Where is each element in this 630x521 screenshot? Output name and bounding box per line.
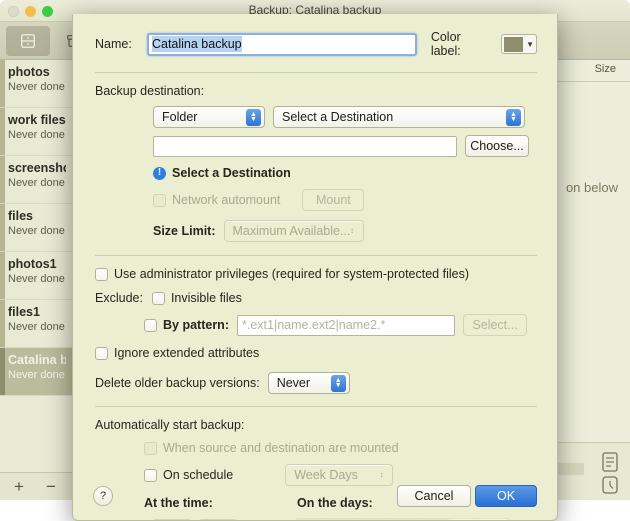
delete-older-popup[interactable]: Never ▲ ▼ bbox=[267, 372, 350, 394]
sidebar-item-files[interactable]: files Never done bbox=[0, 204, 74, 252]
task-status: Never done bbox=[8, 321, 65, 333]
document-icon[interactable] bbox=[600, 451, 620, 473]
toolbar-button-drawer[interactable] bbox=[6, 26, 50, 56]
task-color-bar bbox=[0, 156, 5, 203]
task-name: files bbox=[8, 209, 34, 223]
cancel-button[interactable]: Cancel bbox=[397, 485, 471, 507]
chevron-down-icon: ▼ bbox=[526, 39, 534, 49]
destination-target-popup[interactable]: Select a Destination ▲ ▼ bbox=[273, 106, 525, 128]
help-button[interactable]: ? bbox=[93, 486, 113, 506]
task-status: Never done bbox=[8, 225, 65, 237]
backup-task-list: photos Never done work files Never done scre… bbox=[0, 60, 74, 396]
exclude-invisible-checkbox[interactable] bbox=[151, 291, 165, 305]
exclude-label: Exclude: bbox=[95, 291, 143, 305]
task-name: screensho bbox=[8, 161, 66, 175]
delete-older-label: Delete older backup versions: bbox=[95, 376, 260, 390]
size-limit-value: Maximum Available... bbox=[232, 224, 351, 238]
ok-button[interactable]: OK bbox=[475, 485, 537, 507]
backup-settings-sheet: Name: Catalina backup Color label: ▼ Bac… bbox=[72, 14, 558, 521]
task-name: files1 bbox=[8, 305, 40, 319]
sidebar-item-screensho[interactable]: screensho Never done bbox=[0, 156, 74, 204]
exclude-pattern-label: By pattern: bbox=[163, 318, 229, 332]
sidebar-item-catalina-b[interactable]: Catalina b Never done bbox=[0, 348, 74, 396]
sidebar-item-files1[interactable]: files1 Never done bbox=[0, 300, 74, 348]
destination-target-value: Select a Destination bbox=[282, 110, 394, 124]
remove-task-button[interactable]: − bbox=[46, 477, 56, 497]
exclude-pattern-input: *.ext1|name.ext2|name2.* bbox=[236, 314, 455, 336]
name-label: Name: bbox=[95, 37, 132, 51]
ignore-xattr-label: Ignore extended attributes bbox=[114, 346, 260, 360]
sidebar-item-photos1[interactable]: photos1 Never done bbox=[0, 252, 74, 300]
clock-icon[interactable] bbox=[600, 474, 620, 496]
destination-path-input[interactable] bbox=[153, 135, 457, 157]
size-limit-popup[interactable]: Maximum Available... ↕ bbox=[223, 220, 364, 242]
empty-state-hint: on below bbox=[565, 180, 618, 195]
delete-older-value: Never bbox=[276, 376, 311, 390]
task-color-bar bbox=[0, 108, 5, 155]
task-status: Never done bbox=[8, 129, 65, 141]
alert-circle-icon: ! bbox=[153, 166, 166, 180]
drawer-icon bbox=[21, 34, 35, 48]
backup-name-input[interactable]: Catalina backup bbox=[146, 32, 417, 56]
exclude-pattern-checkbox[interactable] bbox=[144, 318, 157, 332]
mount-button[interactable]: Mount bbox=[302, 189, 365, 211]
exclude-invisible-label: Invisible files bbox=[170, 291, 242, 305]
admin-privileges-checkbox[interactable] bbox=[95, 267, 108, 281]
sidebar-item-photos[interactable]: photos Never done bbox=[0, 60, 74, 108]
destination-warning-row: ! Select a Destination bbox=[153, 166, 537, 180]
destination-type-popup[interactable]: Folder ▲ ▼ bbox=[153, 106, 265, 128]
task-name: photos1 bbox=[8, 257, 57, 271]
backup-name-value: Catalina backup bbox=[151, 36, 242, 52]
name-row: Name: Catalina backup Color label: ▼ bbox=[95, 30, 537, 58]
color-label-well[interactable]: ▼ bbox=[501, 34, 537, 54]
admin-privileges-label: Use administrator privileges (required f… bbox=[114, 267, 469, 281]
task-status: Never done bbox=[8, 369, 65, 381]
sheet-footer: ? Cancel OK bbox=[73, 474, 557, 520]
chevron-updown-icon: ▲ ▼ bbox=[330, 375, 346, 392]
chevron-updown-icon: ▲ ▼ bbox=[506, 109, 521, 126]
task-color-bar bbox=[0, 252, 5, 299]
task-name: work files bbox=[8, 113, 66, 127]
destination-warning-text: Select a Destination bbox=[172, 166, 291, 180]
start-when-mounted-checkbox[interactable] bbox=[144, 441, 157, 455]
chevron-updown-icon: ▲ ▼ bbox=[246, 109, 261, 126]
color-label-label: Color label: bbox=[430, 30, 461, 58]
task-status: Never done bbox=[8, 273, 65, 285]
task-color-bar bbox=[0, 300, 5, 347]
column-header-size: Size bbox=[594, 63, 616, 75]
destination-section-label: Backup destination: bbox=[95, 84, 205, 98]
backup-tasks-sidebar[interactable]: photos Never done work files Never done scre… bbox=[0, 60, 75, 500]
task-color-bar bbox=[0, 348, 5, 395]
task-name: Catalina b bbox=[8, 353, 66, 367]
pattern-select-button[interactable]: Select... bbox=[462, 314, 527, 336]
sidebar-footer: + − bbox=[0, 472, 75, 500]
destination-type-value: Folder bbox=[162, 110, 198, 124]
chevron-updown-icon: ↕ bbox=[350, 226, 355, 236]
task-status: Never done bbox=[8, 81, 65, 93]
add-task-button[interactable]: + bbox=[14, 477, 24, 497]
ignore-xattr-checkbox[interactable] bbox=[95, 346, 108, 360]
size-limit-label: Size Limit: bbox=[153, 224, 216, 238]
start-when-mounted-label: When source and destination are mounted bbox=[163, 441, 399, 455]
color-swatch bbox=[504, 36, 524, 52]
sidebar-item-work-files[interactable]: work files Never done bbox=[0, 108, 74, 156]
schedule-section-label: Automatically start backup: bbox=[95, 418, 245, 432]
task-color-bar bbox=[0, 204, 5, 251]
task-status: Never done bbox=[8, 177, 65, 189]
task-color-bar bbox=[0, 60, 5, 107]
choose-destination-button[interactable]: Choose... bbox=[465, 135, 529, 157]
network-automount-label: Network automount bbox=[172, 193, 281, 207]
exclude-pattern-placeholder: *.ext1|name.ext2|name2.* bbox=[241, 318, 386, 332]
task-name: photos bbox=[8, 65, 50, 79]
network-automount-checkbox[interactable] bbox=[153, 193, 166, 207]
